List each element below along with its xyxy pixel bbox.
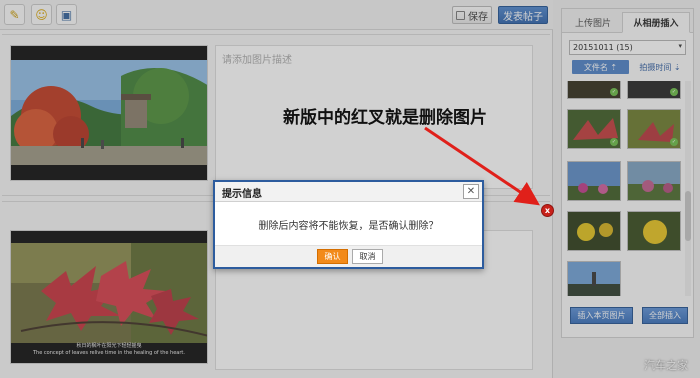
dialog-title: 提示信息 xyxy=(222,189,262,200)
dialog-footer: 确认 取消 xyxy=(215,245,482,267)
confirm-dialog: 提示信息 ✕ 删除后内容将不能恢复，是否确认删除？ 确认 取消 xyxy=(213,180,484,269)
dialog-header: 提示信息 ✕ xyxy=(215,182,482,202)
confirm-button[interactable]: 确认 xyxy=(317,249,348,264)
close-icon[interactable]: ✕ xyxy=(463,184,479,199)
dialog-message: 删除后内容将不能恢复，是否确认删除？ xyxy=(258,221,439,232)
cancel-button[interactable]: 取消 xyxy=(352,249,383,264)
